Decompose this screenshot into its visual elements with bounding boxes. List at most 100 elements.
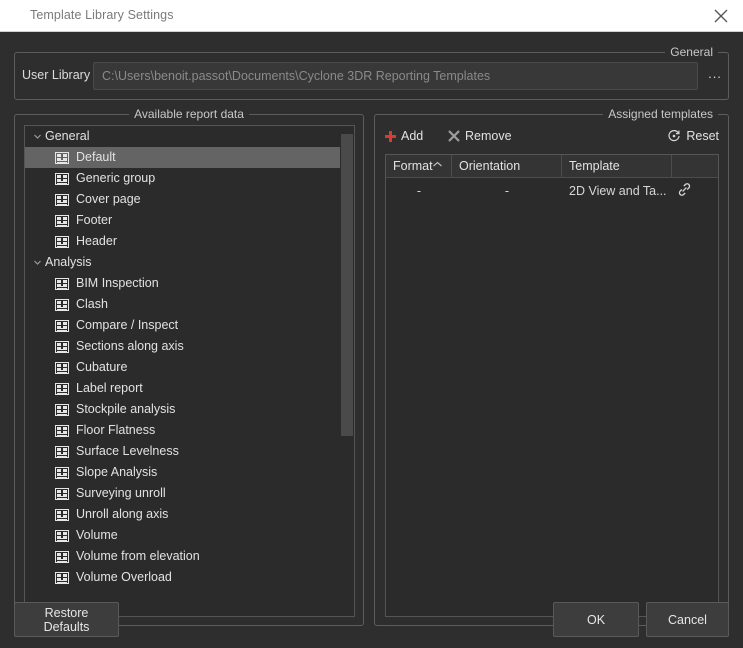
report-document-icon: [55, 446, 69, 458]
report-document-icon: [55, 152, 69, 164]
table-header-label: Orientation: [459, 159, 520, 173]
tree-item-unroll-along-axis[interactable]: Unroll along axis: [25, 504, 341, 525]
report-document-icon: [55, 467, 69, 479]
table-body: --2D View and Ta...: [386, 178, 718, 203]
report-document-icon: [55, 383, 69, 395]
tree-scrollbar-thumb[interactable]: [341, 134, 353, 436]
cancel-button[interactable]: Cancel: [646, 602, 729, 637]
table-row[interactable]: --2D View and Ta...: [386, 178, 718, 203]
tree-item-default[interactable]: Default: [25, 147, 341, 168]
tree-item-clash[interactable]: Clash: [25, 294, 341, 315]
report-document-icon: [55, 194, 69, 206]
tree-item-sections-along-axis[interactable]: Sections along axis: [25, 336, 341, 357]
table-header-format[interactable]: Format: [386, 155, 452, 177]
user-library-input[interactable]: [93, 62, 698, 90]
table-header-actions[interactable]: [672, 155, 718, 177]
tree-item-label: Compare / Inspect: [76, 319, 178, 332]
tree-item-cover-page[interactable]: Cover page: [25, 189, 341, 210]
table-header-orientation[interactable]: Orientation: [452, 155, 562, 177]
tree-group-label: General: [45, 130, 89, 143]
browse-button[interactable]: ...: [705, 68, 725, 86]
report-document-icon: [55, 173, 69, 185]
tree-item-cubature[interactable]: Cubature: [25, 357, 341, 378]
tree-item-label: Stockpile analysis: [76, 403, 175, 416]
tree-item-label: Unroll along axis: [76, 508, 168, 521]
chevron-down-icon[interactable]: [29, 132, 45, 141]
tree-item-label: Volume Overload: [76, 571, 172, 584]
remove-button-label: Remove: [465, 129, 512, 143]
tree-item-label: Slope Analysis: [76, 466, 157, 479]
table-cell-orientation: -: [452, 178, 562, 203]
tree-item-floor-flatness[interactable]: Floor Flatness: [25, 420, 341, 441]
tree-item-compare-inspect[interactable]: Compare / Inspect: [25, 315, 341, 336]
tree-item-volume-from-elevation[interactable]: Volume from elevation: [25, 546, 341, 567]
close-button[interactable]: [698, 0, 743, 31]
report-document-icon: [55, 488, 69, 500]
tree-item-bim-inspection[interactable]: BIM Inspection: [25, 273, 341, 294]
add-button-label: Add: [401, 129, 423, 143]
tree-item-label: Clash: [76, 298, 108, 311]
available-report-data-groupbox: Available report data GeneralDefaultGene…: [14, 114, 364, 626]
user-library-label: User Library: [22, 68, 90, 82]
tree-group-general[interactable]: General: [25, 126, 341, 147]
tree-item-label: Cubature: [76, 361, 127, 374]
tree-item-surface-levelness[interactable]: Surface Levelness: [25, 441, 341, 462]
tree-item-stockpile-analysis[interactable]: Stockpile analysis: [25, 399, 341, 420]
report-document-icon: [55, 362, 69, 374]
report-document-icon: [55, 572, 69, 584]
sort-ascending-icon: [432, 161, 443, 171]
tree-item-label: Floor Flatness: [76, 424, 155, 437]
general-groupbox-legend: General: [665, 45, 718, 59]
report-document-icon: [55, 320, 69, 332]
report-document-icon: [55, 278, 69, 290]
report-document-icon: [55, 341, 69, 353]
table-header-label: Format: [393, 159, 433, 173]
report-document-icon: [55, 530, 69, 542]
tree-scroll-area: General Default Generic group Cover page Foo…: [25, 126, 341, 616]
tree-item-label: Surface Levelness: [76, 445, 179, 458]
report-document-icon: [55, 509, 69, 521]
report-document-icon: [55, 425, 69, 437]
chevron-down-icon[interactable]: [29, 258, 45, 267]
tree-item-generic-group[interactable]: Generic group: [25, 168, 341, 189]
ok-button[interactable]: OK: [553, 602, 639, 637]
table-header-template[interactable]: Template: [562, 155, 672, 177]
available-report-data-tree[interactable]: General Default Generic group Cover page Foo…: [24, 125, 355, 617]
table-header-row: Format Orientation Template: [386, 155, 718, 178]
dialog-body: General User Library ... Available repor…: [0, 32, 743, 648]
general-groupbox: General User Library ...: [14, 52, 729, 100]
plus-icon: [385, 131, 396, 142]
report-document-icon: [55, 551, 69, 563]
tree-item-label: Default: [76, 151, 116, 164]
table-cell-template: 2D View and Ta...: [562, 178, 672, 203]
tree-item-label: Header: [76, 235, 117, 248]
tree-item-header[interactable]: Header: [25, 231, 341, 252]
cross-icon: [448, 130, 460, 142]
link-icon[interactable]: [676, 181, 693, 201]
tree-scrollbar[interactable]: [340, 126, 354, 616]
table-header-label: Template: [569, 159, 620, 173]
tree-item-label: Cover page: [76, 193, 141, 206]
tree-item-volume[interactable]: Volume: [25, 525, 341, 546]
tree-group-analysis[interactable]: Analysis: [25, 252, 341, 273]
assigned-templates-legend: Assigned templates: [603, 107, 718, 121]
tree-item-label: Surveying unroll: [76, 487, 166, 500]
tree-item-label: Volume: [76, 529, 118, 542]
tree-item-volume-overload[interactable]: Volume Overload: [25, 567, 341, 588]
tree-item-label-report[interactable]: Label report: [25, 378, 341, 399]
tree-item-surveying-unroll[interactable]: Surveying unroll: [25, 483, 341, 504]
report-document-icon: [55, 215, 69, 227]
tree-item-label: Generic group: [76, 172, 155, 185]
table-cell-format: -: [386, 178, 452, 203]
report-document-icon: [55, 404, 69, 416]
restore-defaults-button[interactable]: Restore Defaults: [14, 602, 119, 637]
tree-item-slope-analysis[interactable]: Slope Analysis: [25, 462, 341, 483]
remove-button[interactable]: Remove: [448, 125, 512, 147]
assigned-templates-groupbox: Assigned templates Add Remove: [374, 114, 729, 626]
reset-button[interactable]: Reset: [667, 125, 719, 147]
reset-button-label: Reset: [686, 129, 719, 143]
tree-item-label: Footer: [76, 214, 112, 227]
table-cell-link[interactable]: [672, 178, 718, 203]
tree-item-footer[interactable]: Footer: [25, 210, 341, 231]
add-button[interactable]: Add: [385, 125, 423, 147]
